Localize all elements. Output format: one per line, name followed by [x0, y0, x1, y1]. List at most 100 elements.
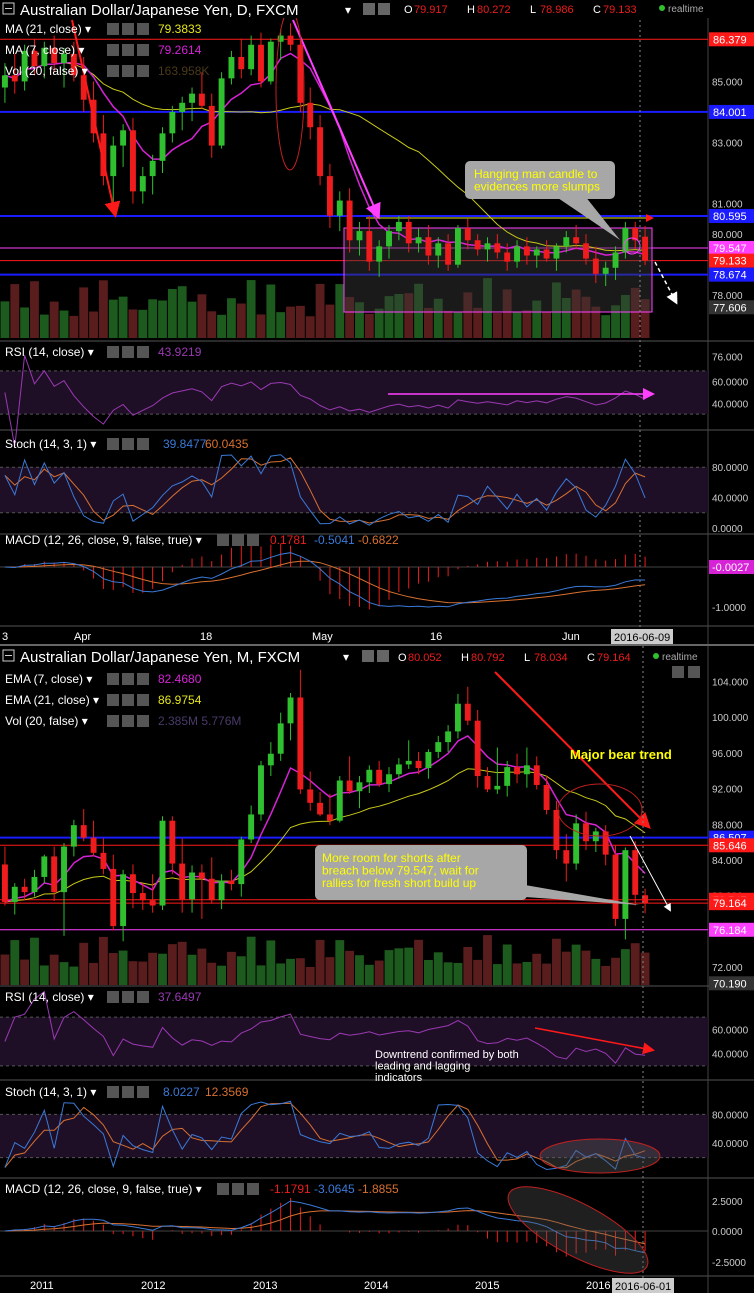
gear-icon[interactable] [377, 650, 389, 662]
gear-icon[interactable] [122, 1086, 134, 1098]
eye-icon[interactable] [107, 346, 119, 358]
ohlc-label: H [467, 4, 475, 16]
gear-icon[interactable] [232, 534, 244, 546]
macd-legend[interactable]: MACD (12, 26, close, 9, false, true) ▾ [5, 1182, 202, 1196]
volume-bar [522, 310, 532, 338]
gear-icon[interactable] [122, 438, 134, 450]
indicator-name[interactable]: EMA (21, close) ▾ [5, 693, 99, 707]
close-icon[interactable] [137, 23, 149, 35]
close-icon[interactable] [137, 65, 149, 77]
gear-icon[interactable] [122, 44, 134, 56]
volume-bar [69, 966, 79, 985]
candle-body [169, 820, 176, 864]
arrow-down-icon[interactable] [672, 666, 684, 678]
gear-icon[interactable] [122, 673, 134, 685]
y-tick-label: 96.000 [712, 749, 743, 760]
volume-bar [266, 284, 276, 338]
indicator-value: 79.3833 [158, 22, 202, 36]
volume-bar [601, 315, 611, 338]
arrow-up-icon[interactable] [688, 666, 700, 678]
close-icon[interactable] [247, 534, 259, 546]
candle-body [61, 846, 67, 893]
gear-icon[interactable] [378, 3, 390, 15]
gear-icon[interactable] [232, 1183, 244, 1195]
volume-bar [453, 311, 463, 338]
eye-icon[interactable] [107, 23, 119, 35]
volume-bar [423, 959, 433, 985]
stoch-tick-label: 80.0000 [712, 1110, 749, 1121]
indicator-name[interactable]: Vol (20, false) ▾ [5, 64, 88, 78]
candle-body [435, 742, 442, 752]
gear-icon[interactable] [122, 991, 134, 1003]
candle-body [179, 102, 186, 112]
close-icon[interactable] [137, 1086, 149, 1098]
candle-body [602, 831, 609, 855]
eye-icon[interactable] [107, 694, 119, 706]
stoch-d-value: 12.3569 [205, 1085, 249, 1099]
rsi-tick-label: 60.0000 [712, 1025, 749, 1036]
eye-icon[interactable] [362, 650, 374, 662]
close-icon[interactable] [137, 346, 149, 358]
volume-bar [10, 940, 20, 985]
gear-icon[interactable] [122, 23, 134, 35]
close-icon[interactable] [137, 991, 149, 1003]
volume-bar [473, 959, 483, 985]
candle-body [258, 765, 264, 815]
y-tick-label: 84.000 [712, 856, 743, 867]
eye-icon[interactable] [107, 991, 119, 1003]
price-label: 79.164 [713, 898, 747, 910]
volume-bar [364, 964, 374, 985]
volume-bar [315, 939, 325, 985]
eye-icon[interactable] [217, 534, 229, 546]
volume-bar [414, 939, 423, 985]
close-icon[interactable] [137, 438, 149, 450]
x-axis-label: May [312, 631, 333, 643]
stoch-legend[interactable]: Stoch (14, 3, 1) ▾ [5, 437, 96, 451]
eye-icon[interactable] [107, 44, 119, 56]
rsi-legend[interactable]: RSI (14, close) ▾ [5, 345, 94, 359]
volume-bar [89, 962, 98, 985]
rsi-tick-label: 40.0000 [712, 1050, 749, 1061]
indicator-name[interactable]: MA (7, close) ▾ [5, 43, 84, 57]
chevron-down-icon[interactable]: ▾ [343, 650, 349, 664]
eye-icon[interactable] [107, 65, 119, 77]
x-axis-label: 16 [430, 631, 442, 643]
gear-icon[interactable] [122, 715, 134, 727]
indicator-name[interactable]: EMA (7, close) ▾ [5, 672, 92, 686]
close-icon[interactable] [137, 44, 149, 56]
candle-body [612, 252, 619, 268]
stoch-d-value: 60.0435 [205, 437, 249, 451]
macd-legend[interactable]: MACD (12, 26, close, 9, false, true) ▾ [5, 533, 202, 547]
indicator-name[interactable]: Vol (20, false) ▾ [5, 714, 88, 728]
stoch-tick-label: 40.0000 [712, 494, 749, 505]
close-icon[interactable] [137, 673, 149, 685]
volume-bar [177, 286, 187, 338]
candle-body [120, 130, 127, 146]
eye-icon[interactable] [217, 1183, 229, 1195]
volume-bar [384, 950, 394, 985]
rsi-legend[interactable]: RSI (14, close) ▾ [5, 990, 94, 1004]
ohlc-label: O [404, 4, 413, 16]
volume-bar [522, 961, 532, 985]
volume-bar [463, 946, 473, 985]
volume-bar [364, 313, 374, 338]
gear-icon[interactable] [122, 65, 134, 77]
eye-icon[interactable] [107, 673, 119, 685]
stoch-legend[interactable]: Stoch (14, 3, 1) ▾ [5, 1085, 96, 1099]
candle-body [228, 880, 235, 885]
eye-icon[interactable] [107, 715, 119, 727]
gear-icon[interactable] [122, 694, 134, 706]
close-icon[interactable] [137, 694, 149, 706]
chevron-down-icon[interactable]: ▾ [345, 3, 351, 17]
eye-icon[interactable] [363, 3, 375, 15]
y-tick-label: 76.000 [712, 352, 743, 363]
eye-icon[interactable] [107, 1086, 119, 1098]
gear-icon[interactable] [122, 346, 134, 358]
candle-body [504, 767, 511, 786]
volume-bar [128, 309, 138, 338]
volume-bar [187, 301, 197, 338]
eye-icon[interactable] [107, 438, 119, 450]
close-icon[interactable] [137, 715, 149, 727]
close-icon[interactable] [247, 1183, 259, 1195]
indicator-name[interactable]: MA (21, close) ▾ [5, 22, 91, 36]
